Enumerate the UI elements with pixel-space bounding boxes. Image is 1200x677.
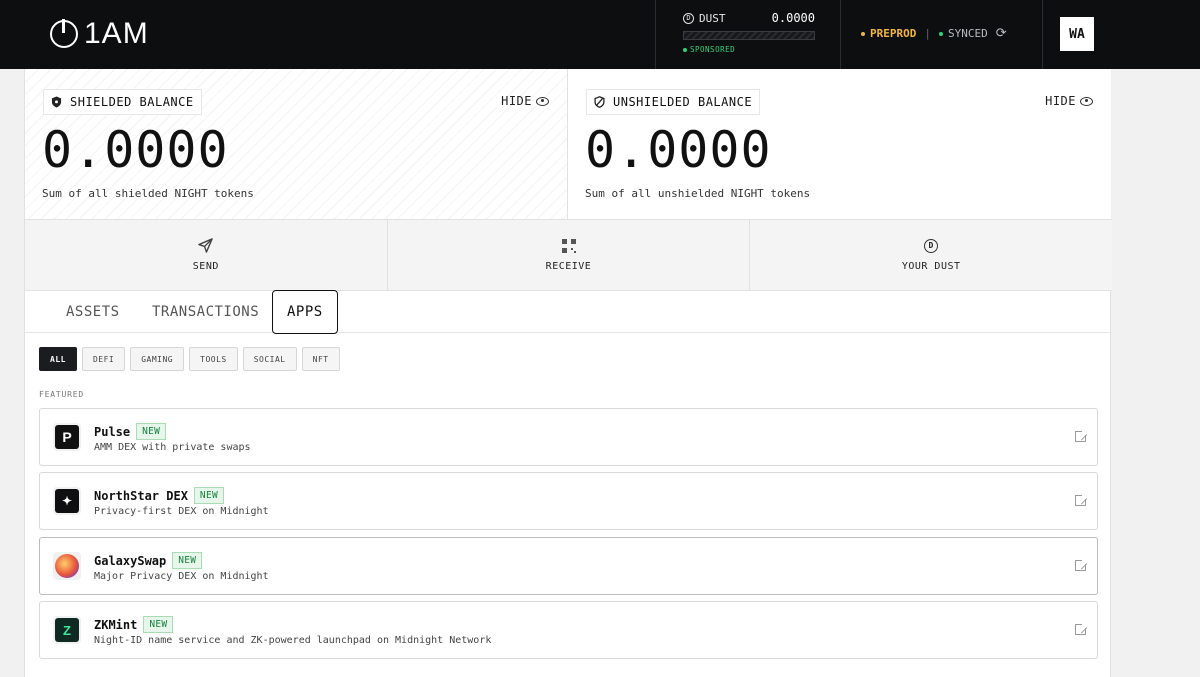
qr-code-icon [561, 238, 576, 253]
dust-label: D DUST [683, 12, 726, 25]
logo-text: 1AM [84, 17, 149, 50]
app-name: Pulse NEW [94, 423, 167, 440]
filter-defi[interactable]: DEFI [81, 347, 126, 371]
network-label: PREPROD [870, 27, 917, 40]
app-row-galaxyswap[interactable]: GalaxySwap NEW Major Privacy DEX on Midn… [39, 537, 1098, 595]
new-badge: NEW [143, 616, 174, 633]
filter-gaming[interactable]: GAMING [130, 347, 185, 371]
external-link-icon[interactable] [1075, 429, 1088, 442]
northstar-logo: ✦ [53, 487, 81, 515]
hide-label: HIDE [501, 94, 532, 108]
sync-dot-icon [938, 31, 943, 36]
app-name: ZKMint NEW [94, 616, 174, 633]
wallet-card: SHIELDED BALANCE HIDE 0.0000 Sum of all … [24, 69, 1112, 677]
hide-label: HIDE [1045, 94, 1076, 108]
app-name-text: GalaxySwap [94, 553, 167, 568]
network-status: PREPROD | SYNCED ⟳ [861, 26, 1007, 41]
sync-status: SYNCED [938, 27, 988, 40]
app-description: Privacy-first DEX on Midnight [94, 506, 269, 517]
external-link-icon[interactable] [1075, 493, 1088, 506]
header-divider [655, 0, 656, 69]
hide-unshielded-button[interactable]: HIDE [1045, 94, 1093, 108]
new-badge: NEW [193, 487, 224, 504]
unshielded-balance-panel: UNSHIELDED BALANCE HIDE 0.0000 Sum of al… [568, 69, 1111, 219]
tab-bar: ASSETS TRANSACTIONS APPS [25, 290, 1112, 334]
dust-label-text: DUST [699, 11, 726, 25]
network-badge[interactable]: PREPROD [861, 27, 916, 40]
shielded-balance-tag: SHIELDED BALANCE [43, 89, 202, 115]
app-name-text: ZKMint [94, 617, 138, 632]
new-badge: NEW [172, 552, 203, 569]
filter-nft[interactable]: NFT [301, 347, 340, 371]
pulse-logo: P [53, 423, 81, 451]
dust-widget[interactable]: D DUST 0.0000 SPONSORED [683, 11, 815, 54]
app-description: AMM DEX with private swaps [94, 442, 251, 453]
new-badge: NEW [136, 423, 167, 440]
external-link-icon[interactable] [1075, 622, 1088, 635]
unshielded-balance-tag: UNSHIELDED BALANCE [586, 89, 761, 115]
shielded-balance-value: 0.0000 [42, 121, 229, 179]
zkmint-logo: Z [53, 616, 81, 644]
sponsored-label: SPONSORED [690, 45, 736, 54]
power-logo-icon [50, 19, 78, 48]
your-dust-button[interactable]: D YOUR DUST [750, 220, 1112, 290]
app-name: NorthStar DEX NEW [94, 487, 224, 504]
header-divider [840, 0, 841, 69]
top-bar: 1AM D DUST 0.0000 SPONSORED PREPROD | SY… [0, 0, 1200, 69]
avatar[interactable]: WA [1060, 17, 1094, 51]
unshielded-balance-caption: Sum of all unshielded NIGHT tokens [585, 187, 811, 200]
app-row-northstar-dex[interactable]: ✦ NorthStar DEX NEW Privacy-first DEX on… [39, 472, 1098, 530]
shield-icon [51, 96, 62, 108]
shield-slash-icon [594, 96, 605, 108]
category-filters: ALL DEFI GAMING TOOLS SOCIAL NFT [39, 347, 340, 371]
eye-icon [1080, 96, 1093, 106]
dust-progress-bar [683, 31, 815, 40]
shielded-balance-caption: Sum of all shielded NIGHT tokens [42, 187, 254, 200]
tab-apps[interactable]: APPS [272, 290, 338, 334]
app-logo[interactable]: 1AM [50, 17, 149, 51]
app-description: Night-ID name service and ZK-powered lau… [94, 635, 492, 646]
send-button[interactable]: SEND [25, 220, 388, 290]
app-name-text: NorthStar DEX [94, 488, 188, 503]
external-link-icon[interactable] [1075, 558, 1088, 571]
your-dust-label: YOUR DUST [901, 260, 961, 272]
unshielded-balance-title: UNSHIELDED BALANCE [613, 95, 753, 109]
network-dot-icon [861, 31, 865, 36]
hide-shielded-button[interactable]: HIDE [501, 94, 549, 108]
tab-assets[interactable]: ASSETS [66, 299, 120, 325]
sponsored-indicator: SPONSORED [683, 45, 815, 54]
filter-all[interactable]: ALL [39, 347, 77, 371]
featured-section-label: FEATURED [39, 390, 84, 399]
galaxyswap-logo [53, 552, 81, 580]
eye-icon [536, 96, 549, 106]
header-divider [1042, 0, 1043, 69]
status-separator: | [924, 27, 931, 40]
filter-social[interactable]: SOCIAL [242, 347, 297, 371]
send-label: SEND [192, 261, 219, 272]
dust-value: 0.0000 [771, 11, 815, 25]
sponsored-dot-icon [683, 47, 687, 52]
tab-transactions[interactable]: TRANSACTIONS [152, 299, 259, 325]
app-name-text: Pulse [94, 424, 131, 439]
app-row-pulse[interactable]: P Pulse NEW AMM DEX with private swaps [39, 408, 1098, 466]
receive-label: RECEIVE [545, 260, 592, 272]
app-description: Major Privacy DEX on Midnight [94, 571, 269, 582]
wallet-actions: SEND RECEIVE D YOUR DUST [25, 219, 1112, 291]
filter-tools[interactable]: TOOLS [189, 347, 238, 371]
receive-button[interactable]: RECEIVE [388, 220, 751, 290]
refresh-icon[interactable]: ⟳ [996, 26, 1007, 41]
shielded-balance-panel: SHIELDED BALANCE HIDE 0.0000 Sum of all … [25, 69, 568, 219]
sync-label: SYNCED [947, 27, 988, 40]
dust-icon: D [924, 238, 939, 253]
send-icon [198, 238, 214, 253]
shielded-balance-title: SHIELDED BALANCE [70, 95, 194, 109]
app-name: GalaxySwap NEW [94, 552, 203, 569]
app-row-zkmint[interactable]: Z ZKMint NEW Night-ID name service and Z… [39, 601, 1098, 659]
unshielded-balance-value: 0.0000 [585, 121, 772, 179]
dust-icon: D [683, 12, 694, 24]
